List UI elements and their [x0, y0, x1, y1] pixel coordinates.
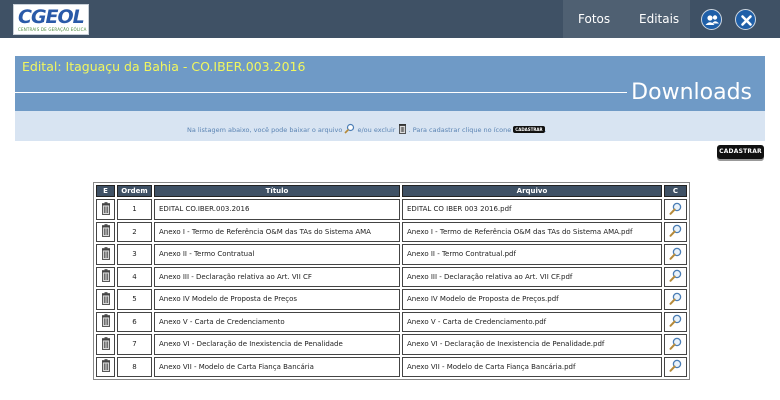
search-icon[interactable] — [669, 202, 682, 217]
delete-cell — [96, 289, 115, 310]
edital-title: Edital: Itaguaçu da Bahia - CO.IBER.003.… — [22, 59, 306, 74]
search-icon[interactable] — [669, 224, 682, 239]
instructions-part-2: e/ou excluir — [357, 125, 396, 134]
table-row: 7 Anexo VI - Declaração de Inexistencia d… — [96, 334, 687, 355]
table-row: 5 Anexo IV Modelo de Proposta de Preços An… — [96, 289, 687, 310]
ordem-cell: 2 — [117, 221, 152, 242]
search-icon[interactable] — [669, 337, 682, 352]
ordem-cell: 4 — [117, 266, 152, 287]
instructions-part-1: Na listagem abaixo, você pode baixar o a… — [187, 125, 343, 134]
search-icon[interactable] — [669, 314, 682, 329]
page-header-band: Edital: Itaguaçu da Bahia - CO.IBER.003.… — [15, 56, 765, 111]
trash-icon[interactable] — [101, 336, 111, 352]
nav-links-block: Fotos Editais — [563, 0, 690, 38]
top-navigation-bar: CGEOL CENTRAIS DE GERAÇÃO EÓLICA Fotos E… — [0, 0, 780, 38]
table-header-row: E Ordem Título Arquivo C — [96, 185, 687, 197]
logo-mark: CGEOL — [18, 6, 85, 28]
download-cell — [664, 244, 687, 265]
delete-cell — [96, 311, 115, 332]
trash-icon[interactable] — [101, 224, 111, 239]
table-row: 6 Anexo V - Carta de Credenciamento Anexo … — [96, 311, 687, 332]
ordem-cell: 1 — [117, 199, 152, 220]
column-header-e: E — [96, 185, 115, 197]
titulo-cell: Anexo III - Declaração relativa ao Art. … — [154, 266, 400, 287]
delete-cell — [96, 244, 115, 265]
instructions-text: Na listagem abaixo, você pode baixar o a… — [187, 123, 547, 136]
titulo-cell: Anexo II - Termo Contratual — [154, 244, 400, 265]
header-divider — [15, 92, 627, 93]
table-row: 1 EDITAL CO.IBER.003.2016 EDITAL CO IBER 0… — [96, 199, 687, 220]
column-header-titulo: Título — [154, 185, 400, 197]
close-icon[interactable] — [735, 9, 756, 30]
arquivo-cell[interactable]: EDITAL CO IBER 003 2016.pdf — [402, 199, 662, 220]
search-icon[interactable] — [669, 359, 682, 374]
arquivo-cell[interactable]: Anexo III - Declaração relativa ao Art. … — [402, 266, 662, 287]
trash-icon — [398, 123, 407, 136]
cadastrar-button[interactable]: CADASTRAR — [717, 145, 764, 159]
arquivo-cell[interactable]: Anexo I - Termo de Referência O&M das TA… — [402, 221, 662, 242]
instructions-part-3: . Para cadastrar clique no ícone — [408, 125, 512, 134]
table-row: 4 Anexo III - Declaração relativa ao Art.… — [96, 266, 687, 287]
trash-icon[interactable] — [101, 269, 111, 284]
table-row: 8 Anexo VII - Modelo de Carta Fiança Banc… — [96, 356, 687, 377]
arquivo-cell[interactable]: Anexo VII - Modelo de Carta Fiança Bancá… — [402, 356, 662, 377]
titulo-cell: Anexo VI - Declaração de Inexistencia de… — [154, 334, 400, 355]
nav-link-editais[interactable]: Editais — [639, 12, 679, 26]
download-cell — [664, 289, 687, 310]
ordem-cell: 7 — [117, 334, 152, 355]
arquivo-cell[interactable]: Anexo VI - Declaração de Inexistencia de… — [402, 334, 662, 355]
ordem-cell: 6 — [117, 311, 152, 332]
search-icon[interactable] — [669, 247, 682, 262]
table-body: 1 EDITAL CO.IBER.003.2016 EDITAL CO IBER 0… — [96, 199, 687, 377]
delete-cell — [96, 266, 115, 287]
trash-icon[interactable] — [101, 314, 111, 329]
download-cell — [664, 221, 687, 242]
search-icon — [344, 123, 355, 136]
titulo-cell: Anexo V - Carta de Credenciamento — [154, 311, 400, 332]
titulo-cell: EDITAL CO.IBER.003.2016 — [154, 199, 400, 220]
download-cell — [664, 199, 687, 220]
ordem-cell: 3 — [117, 244, 152, 265]
column-header-ordem: Ordem — [117, 185, 152, 197]
ordem-cell: 5 — [117, 289, 152, 310]
delete-cell — [96, 356, 115, 377]
search-icon[interactable] — [669, 292, 682, 307]
nav-link-fotos[interactable]: Fotos — [578, 12, 610, 26]
table-row: 2 Anexo I - Termo de Referência O&M das T… — [96, 221, 687, 242]
trash-icon[interactable] — [101, 291, 111, 307]
mini-cadastrar-icon: CADASTRAR — [513, 126, 545, 133]
table-row: 3 Anexo II - Termo Contratual Anexo II - T… — [96, 244, 687, 265]
search-icon[interactable] — [669, 269, 682, 284]
delete-cell — [96, 334, 115, 355]
arquivo-cell[interactable]: Anexo V - Carta de Credenciamento.pdf — [402, 311, 662, 332]
download-cell — [664, 334, 687, 355]
arquivo-cell[interactable]: Anexo II - Termo Contratual.pdf — [402, 244, 662, 265]
titulo-cell: Anexo I - Termo de Referência O&M das TA… — [154, 221, 400, 242]
downloads-table-container: E Ordem Título Arquivo C 1 EDITAL CO.IBER… — [93, 182, 690, 380]
trash-icon[interactable] — [101, 201, 111, 217]
delete-cell — [96, 199, 115, 220]
download-cell — [664, 356, 687, 377]
section-title: Downloads — [631, 80, 752, 105]
column-header-c: C — [664, 185, 687, 197]
downloads-table: E Ordem Título Arquivo C 1 EDITAL CO.IBER… — [93, 182, 690, 380]
instructions-band: Na listagem abaixo, você pode baixar o a… — [15, 111, 765, 141]
arquivo-cell[interactable]: Anexo IV Modelo de Proposta de Preços.pd… — [402, 289, 662, 310]
column-header-arquivo: Arquivo — [402, 185, 662, 197]
download-cell — [664, 266, 687, 287]
logo-subtext: CENTRAIS DE GERAÇÃO EÓLICA — [18, 27, 87, 32]
users-icon[interactable] — [701, 9, 722, 30]
trash-icon[interactable] — [101, 359, 111, 374]
instructions-part-4: . — [544, 125, 547, 134]
ordem-cell: 8 — [117, 356, 152, 377]
download-cell — [664, 311, 687, 332]
delete-cell — [96, 221, 115, 242]
titulo-cell: Anexo VII - Modelo de Carta Fiança Bancá… — [154, 356, 400, 377]
cgeol-logo[interactable]: CGEOL CENTRAIS DE GERAÇÃO EÓLICA — [13, 4, 89, 35]
titulo-cell: Anexo IV Modelo de Proposta de Preços — [154, 289, 400, 310]
trash-icon[interactable] — [101, 246, 111, 262]
